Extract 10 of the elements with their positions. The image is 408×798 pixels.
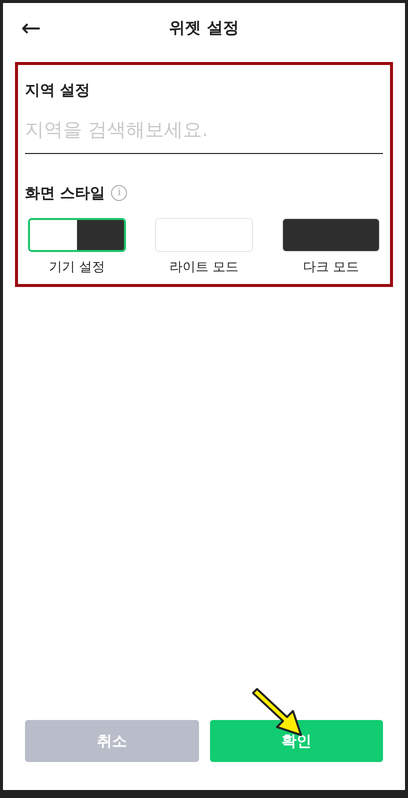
theme-label: 다크 모드 (302, 259, 360, 277)
info-icon[interactable]: i (111, 184, 128, 201)
page-title: 위젯 설정 (169, 17, 239, 39)
style-label: 화면 스타일 (25, 182, 106, 204)
back-button[interactable]: ← (21, 16, 42, 40)
theme-label: 기기 설정 (48, 259, 106, 277)
theme-swatch[interactable] (28, 218, 126, 252)
cancel-button[interactable]: 취소 (25, 720, 198, 762)
theme-label: 라이트 모드 (169, 259, 239, 277)
region-label: 지역 설정 (25, 80, 92, 101)
